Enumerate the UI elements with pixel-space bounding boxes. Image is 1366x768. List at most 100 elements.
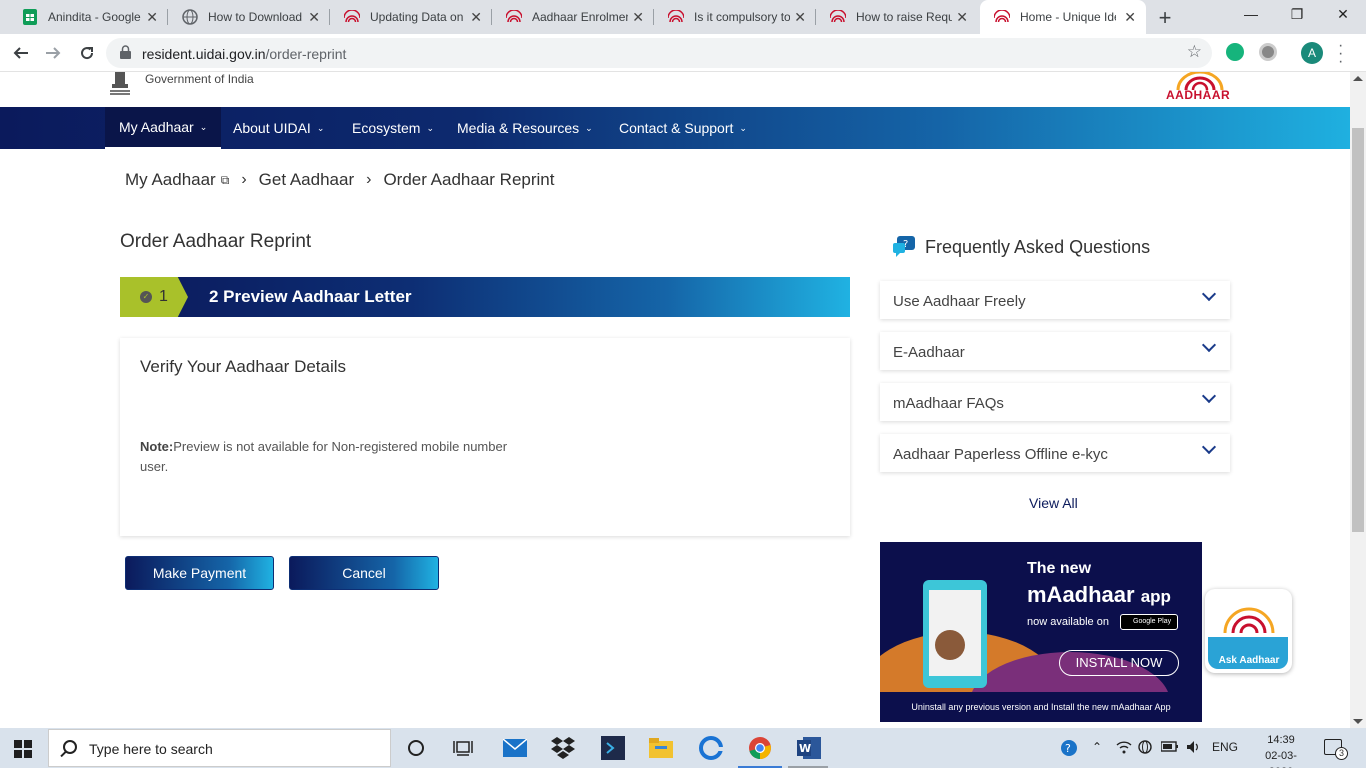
chevron-down-icon: ⌄ — [199, 121, 208, 132]
cancel-button[interactable]: Cancel — [289, 556, 439, 590]
network-icon[interactable] — [1138, 740, 1154, 757]
aadhaar-logo[interactable]: AADHAAR — [1156, 72, 1244, 104]
minimize-button[interactable]: — — [1241, 6, 1261, 22]
browser-tab[interactable]: Aadhaar Enrolmen ✕ — [492, 0, 654, 34]
taskbar-clock[interactable]: 14:39 02-03-2020 — [1256, 732, 1306, 768]
browser-tab-active[interactable]: Home - Unique Ide ✕ — [980, 0, 1146, 34]
tab-close-icon[interactable]: ✕ — [146, 9, 158, 26]
tab-close-icon[interactable]: ✕ — [470, 9, 482, 26]
back-icon[interactable] — [10, 42, 32, 64]
nav-label: Ecosystem — [352, 120, 421, 136]
nav-label: Contact & Support — [619, 120, 734, 136]
tab-close-icon[interactable]: ✕ — [794, 9, 806, 26]
browser-tab[interactable]: How to raise Requ ✕ — [816, 0, 978, 34]
show-hidden-icons-chevron[interactable]: ⌃ — [1092, 740, 1102, 754]
browser-tab[interactable]: Is it compulsory to ✕ — [654, 0, 816, 34]
language-indicator[interactable]: ENG — [1212, 740, 1238, 754]
globe-icon — [182, 9, 198, 25]
aadhaar-fingerprint-icon — [830, 9, 846, 25]
new-tab-button[interactable]: + — [1154, 5, 1176, 31]
word-icon[interactable]: W — [797, 736, 821, 760]
grammarly-extension-icon[interactable] — [1226, 43, 1244, 61]
note-label: Note: — [140, 439, 174, 454]
browser-tab[interactable]: Updating Data on ✕ — [330, 0, 492, 34]
nav-about-uidai[interactable]: About UIDAI ⌄ — [219, 107, 338, 149]
faq-title: Frequently Asked Questions — [925, 236, 1151, 257]
make-payment-button[interactable]: Make Payment — [125, 556, 274, 590]
extension-icon[interactable] — [1259, 43, 1277, 61]
nav-media-resources[interactable]: Media & Resources ⌄ — [443, 107, 607, 149]
task-view-icon[interactable] — [451, 736, 475, 760]
breadcrumb-get-aadhaar[interactable]: Get Aadhaar — [259, 170, 354, 190]
tab-close-icon[interactable]: ✕ — [632, 9, 644, 26]
edge-browser-icon[interactable] — [699, 736, 723, 760]
phone-illustration — [923, 580, 987, 688]
faq-label: mAadhaar FAQs — [893, 395, 1004, 412]
nav-label: My Aadhaar — [119, 119, 194, 135]
aadhaar-fingerprint-icon — [994, 9, 1010, 25]
breadcrumb-my-aadhaar[interactable]: My Aadhaar — [125, 170, 216, 190]
faq-item-offline-ekyc[interactable]: Aadhaar Paperless Offline e-kyc — [880, 434, 1230, 472]
volume-icon[interactable] — [1186, 740, 1202, 757]
nav-my-aadhaar[interactable]: My Aadhaar ⌄ — [105, 107, 222, 149]
tab-title: Is it compulsory to — [694, 10, 790, 24]
chevron-down-icon: ⌄ — [316, 122, 325, 133]
dropbox-icon[interactable] — [551, 736, 575, 760]
restore-button[interactable]: ❐ — [1287, 6, 1307, 23]
faq-label: Use Aadhaar Freely — [893, 293, 1026, 310]
tab-title: How to raise Requ — [856, 10, 952, 24]
powershell-icon[interactable] — [601, 736, 625, 760]
view-all-faqs-link[interactable]: View All — [1029, 495, 1078, 511]
nav-label: About UIDAI — [233, 120, 311, 136]
battery-icon[interactable] — [1160, 740, 1179, 755]
ask-aadhaar-chatbot[interactable]: Ask Aadhaar — [1205, 589, 1292, 673]
scroll-up-icon[interactable] — [1353, 76, 1363, 81]
faq-item-e-aadhaar[interactable]: E-Aadhaar — [880, 332, 1230, 370]
bookmark-star-icon[interactable]: ☆ — [1187, 42, 1202, 62]
faq-item-use-aadhaar-freely[interactable]: Use Aadhaar Freely — [880, 281, 1230, 319]
nav-contact-support[interactable]: Contact & Support ⌄ — [605, 107, 761, 149]
windows-taskbar: Type here to search W ? ⌃ ENG 14:39 02-0… — [0, 728, 1366, 768]
verify-title: Verify Your Aadhaar Details — [140, 357, 347, 376]
browser-menu-icon[interactable]: · · · — [1338, 38, 1343, 70]
chrome-icon[interactable] — [748, 736, 772, 760]
tab-title: How to Download — [208, 10, 303, 24]
svg-text:W: W — [799, 742, 811, 755]
file-explorer-icon[interactable] — [649, 736, 673, 760]
breadcrumb-separator: › — [366, 171, 372, 188]
action-center-icon[interactable]: 3 — [1324, 739, 1348, 760]
wifi-icon[interactable] — [1116, 740, 1132, 757]
reload-icon[interactable] — [76, 42, 98, 64]
google-play-badge[interactable]: Google Play — [1120, 614, 1178, 630]
page-title: Order Aadhaar Reprint — [120, 231, 312, 252]
main-navigation: My Aadhaar ⌄ About UIDAI ⌄ Ecosystem ⌄ Medi… — [0, 107, 1350, 149]
install-now-button[interactable]: INSTALL NOW — [1059, 650, 1179, 676]
scroll-down-icon[interactable] — [1353, 719, 1363, 724]
faq-chat-icon: ? — [893, 236, 917, 258]
breadcrumb-order-reprint: Order Aadhaar Reprint — [383, 170, 555, 189]
nav-ecosystem[interactable]: Ecosystem ⌄ — [338, 107, 448, 149]
mail-icon[interactable] — [503, 736, 527, 760]
profile-avatar[interactable]: A — [1301, 42, 1323, 64]
taskbar-search-input[interactable]: Type here to search — [48, 729, 391, 767]
close-window-button[interactable]: ✕ — [1333, 6, 1353, 23]
tab-close-icon[interactable]: ✕ — [956, 9, 968, 26]
browser-tab[interactable]: Anindita - Google ✕ — [8, 0, 168, 34]
search-placeholder: Type here to search — [89, 741, 213, 757]
browser-tab[interactable]: How to Download ✕ — [168, 0, 330, 34]
scrollbar-thumb[interactable] — [1352, 128, 1364, 532]
promo-line1: The new — [1027, 560, 1092, 577]
tab-close-icon[interactable]: ✕ — [308, 9, 320, 26]
breadcrumb: My Aadhaar ⧉ › Get Aadhaar › Order Aadha… — [125, 170, 554, 190]
page-scrollbar[interactable] — [1350, 72, 1366, 728]
url-input[interactable]: resident.uidai.gov.in/order-reprint ☆ — [106, 38, 1212, 68]
windows-start-icon[interactable] — [14, 740, 32, 758]
maadhaar-promo-banner[interactable]: The new mAadhaar app now available on Go… — [880, 542, 1202, 722]
help-badge-icon[interactable]: ? — [1059, 738, 1079, 758]
promo-available: now available on — [1027, 616, 1109, 628]
tab-close-icon[interactable]: ✕ — [1124, 9, 1136, 26]
cortana-icon[interactable] — [404, 736, 428, 760]
site-header: Government of India AADHAAR — [0, 72, 1350, 107]
faq-item-maadhaar-faqs[interactable]: mAadhaar FAQs — [880, 383, 1230, 421]
forward-icon[interactable] — [42, 42, 64, 64]
